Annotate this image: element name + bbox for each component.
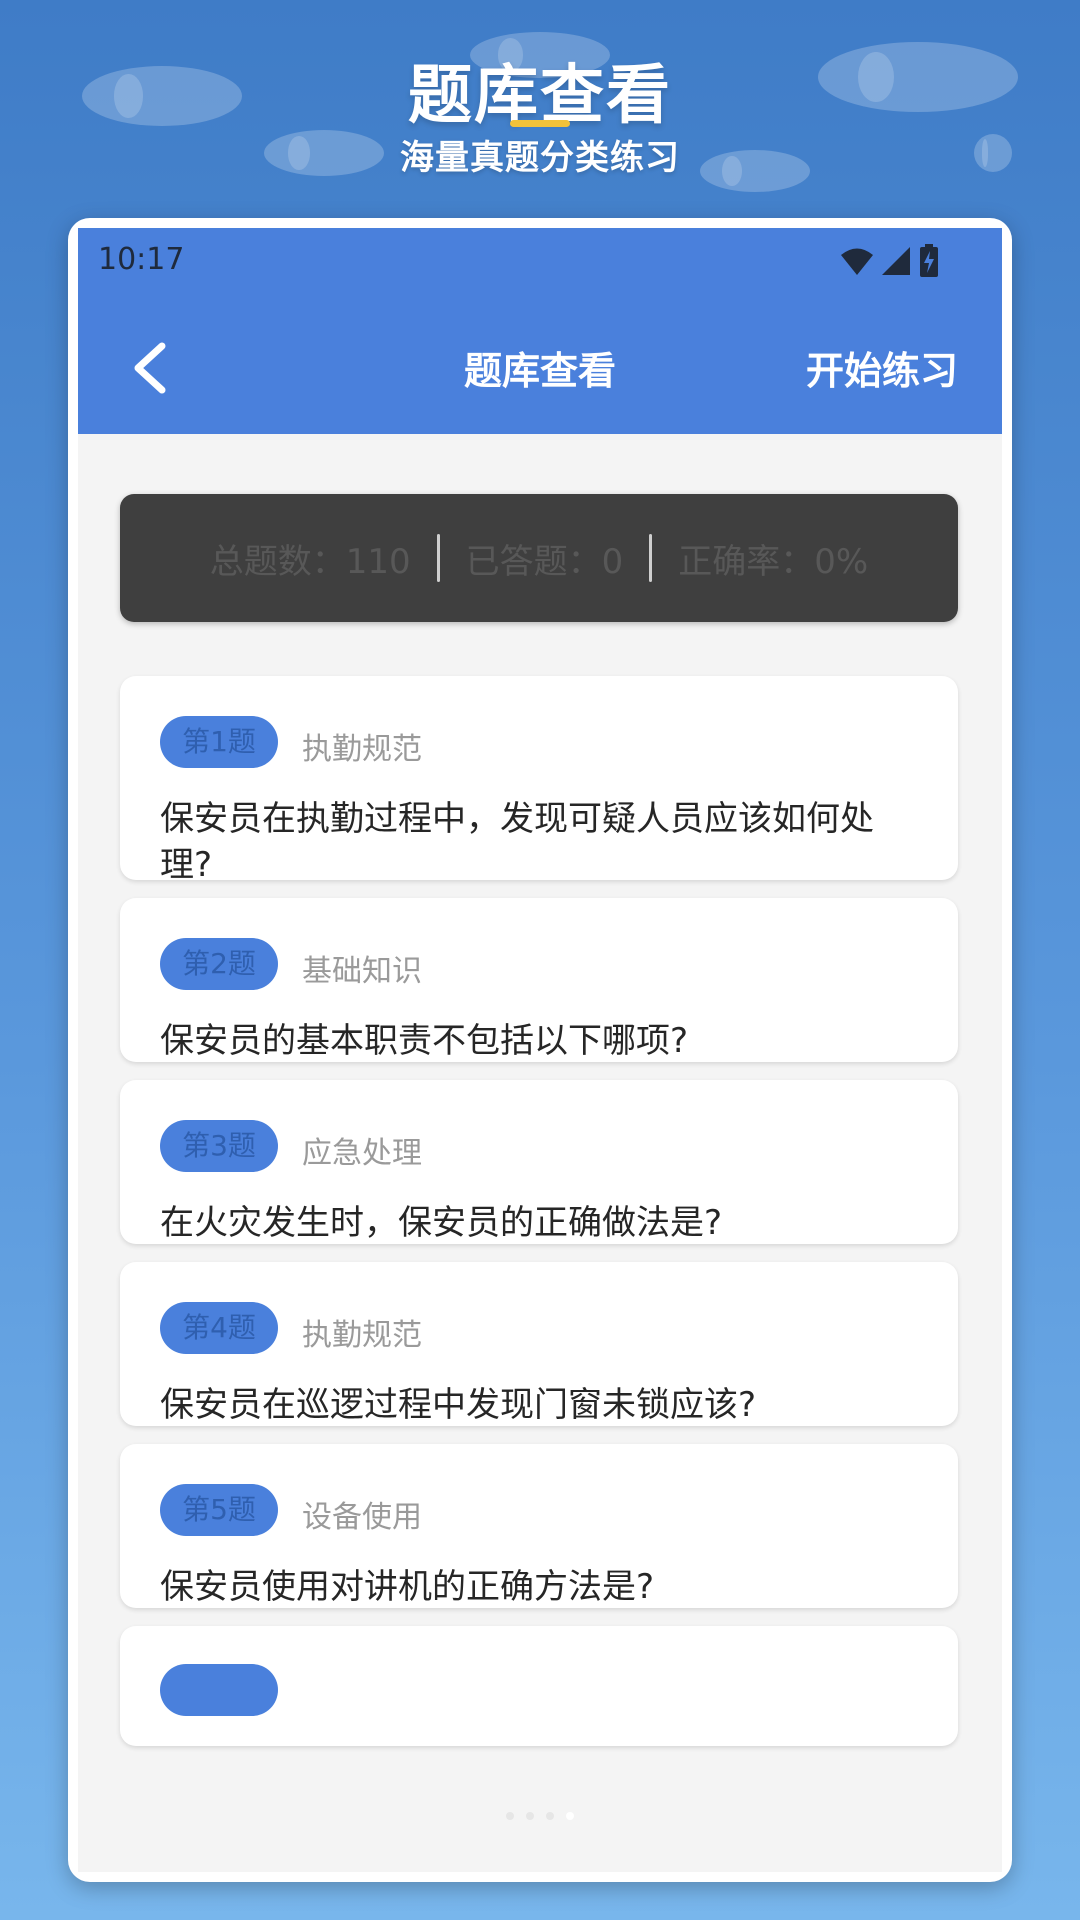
app-screen: 10:17 题库查看 开始练习 总题数：110 已答题：0 正确率：0% 第1题… bbox=[78, 228, 1002, 1872]
page-dot bbox=[546, 1812, 554, 1820]
question-card[interactable]: 第1题 执勤规范 保安员在执勤过程中，发现可疑人员应该如何处理? bbox=[120, 676, 958, 885]
phone-frame: 10:17 题库查看 开始练习 总题数：110 已答题：0 正确率：0% 第1题… bbox=[68, 218, 1012, 1882]
stats-summary-bar: 总题数：110 已答题：0 正确率：0% bbox=[120, 494, 958, 622]
page-dot bbox=[566, 1812, 574, 1820]
question-number-badge: 第2题 bbox=[160, 938, 278, 990]
start-practice-button[interactable]: 开始练习 bbox=[806, 340, 958, 395]
question-number-badge: 第3题 bbox=[160, 1120, 278, 1172]
app-bar: 10:17 题库查看 开始练习 bbox=[78, 228, 1002, 434]
question-number-badge: 第1题 bbox=[160, 716, 278, 768]
promo-title-underline bbox=[510, 120, 570, 127]
question-category: 设备使用 bbox=[302, 1500, 422, 1535]
page-dot bbox=[526, 1812, 534, 1820]
wifi-icon bbox=[841, 248, 873, 275]
question-card[interactable]: 第3题 应急处理 在火灾发生时，保安员的正确做法是? bbox=[120, 1080, 958, 1244]
question-card[interactable]: 第2题 基础知识 保安员的基本职责不包括以下哪项? bbox=[120, 898, 958, 1062]
signal-icon bbox=[882, 247, 910, 275]
status-time: 10:17 bbox=[98, 242, 185, 277]
question-category: 执勤规范 bbox=[302, 732, 422, 767]
question-text: 保安员的基本职责不包括以下哪项? bbox=[160, 1021, 689, 1061]
stat-accuracy: 正确率：0% bbox=[678, 541, 869, 582]
question-category: 基础知识 bbox=[302, 954, 422, 989]
question-number-badge: 第4题 bbox=[160, 1302, 278, 1354]
battery-charging-icon bbox=[920, 244, 938, 277]
page-dot bbox=[506, 1812, 514, 1820]
stat-total-questions: 总题数：110 bbox=[209, 541, 411, 582]
question-card[interactable]: 第5题 设备使用 保安员使用对讲机的正确方法是? bbox=[120, 1444, 958, 1608]
question-card[interactable] bbox=[120, 1626, 958, 1746]
question-text: 保安员在执勤过程中，发现可疑人员应该如何处理? bbox=[160, 799, 874, 885]
question-text: 在火灾发生时，保安员的正确做法是? bbox=[160, 1203, 723, 1243]
question-category: 执勤规范 bbox=[302, 1318, 422, 1353]
question-number-badge bbox=[160, 1664, 278, 1716]
question-text: 保安员在巡逻过程中发现门窗未锁应该? bbox=[160, 1385, 757, 1425]
question-number-badge: 第5题 bbox=[160, 1484, 278, 1536]
promo-subtitle: 海量真题分类练习 bbox=[400, 138, 680, 178]
stat-answered: 已答题：0 bbox=[465, 541, 624, 582]
status-icons bbox=[840, 244, 940, 278]
question-category: 应急处理 bbox=[302, 1136, 422, 1171]
question-text: 保安员使用对讲机的正确方法是? bbox=[160, 1567, 655, 1607]
question-card[interactable]: 第4题 执勤规范 保安员在巡逻过程中发现门窗未锁应该? bbox=[120, 1262, 958, 1426]
page-indicator bbox=[506, 1812, 574, 1820]
